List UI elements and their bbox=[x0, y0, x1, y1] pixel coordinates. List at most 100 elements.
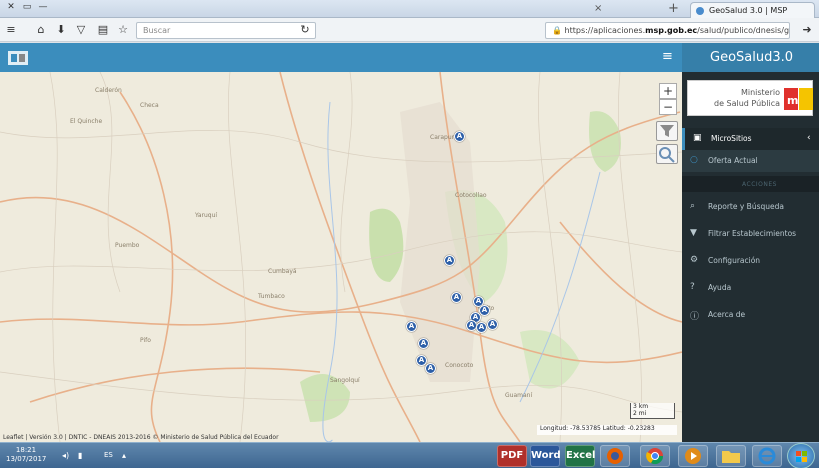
ministry-logo: m Ministerio de Salud Pública bbox=[687, 80, 813, 116]
place-label: Conocoto bbox=[445, 362, 474, 369]
green-area bbox=[589, 111, 621, 172]
menu-icon[interactable]: ≡ bbox=[4, 23, 18, 37]
help-icon: ? bbox=[690, 282, 695, 292]
search-placeholder: Buscar bbox=[143, 26, 171, 35]
health-facility-marker[interactable]: A bbox=[418, 338, 429, 349]
maximize-window-icon[interactable]: ▭ bbox=[20, 2, 34, 14]
place-label: Yaruquí bbox=[195, 212, 218, 219]
place-label: Calderón bbox=[95, 87, 122, 94]
health-facility-marker[interactable]: A bbox=[476, 322, 487, 333]
sidebar-item-about[interactable]: ⓘ Acerca de bbox=[682, 304, 819, 326]
ie-icon bbox=[758, 447, 776, 465]
logo-text-line-2: de Salud Pública bbox=[713, 99, 780, 108]
firefox-icon bbox=[607, 448, 623, 464]
sidebar-item-label: Oferta Actual bbox=[708, 156, 758, 165]
health-facility-marker[interactable]: A bbox=[444, 255, 455, 266]
chrome-icon bbox=[646, 448, 664, 465]
windows-logo-icon bbox=[796, 451, 807, 462]
taskbar-word-app[interactable]: Word bbox=[530, 445, 561, 467]
health-facility-marker[interactable]: A bbox=[451, 292, 462, 303]
url-domain: msp.gob.ec bbox=[645, 26, 698, 35]
new-tab-icon[interactable]: + bbox=[668, 1, 679, 16]
sidebar-toggle-icon[interactable]: ≡ bbox=[662, 49, 673, 64]
svg-text:m: m bbox=[787, 94, 798, 107]
sidebar-section-header: ACCIONES bbox=[682, 176, 819, 192]
taskbar-excel-app[interactable]: Excel bbox=[565, 445, 595, 467]
sidebar-item-label: Reporte y Búsqueda bbox=[708, 202, 784, 211]
start-button[interactable] bbox=[787, 443, 815, 468]
zoom-out-button[interactable]: − bbox=[659, 99, 677, 115]
scale-mi: 2 mi bbox=[633, 410, 647, 417]
url-bar[interactable]: 🔒 https://aplicaciones.msp.gob.ec/salud/… bbox=[545, 22, 790, 39]
sidebar-item-label: Configuración bbox=[708, 256, 761, 265]
home-icon[interactable]: ⌂ bbox=[34, 23, 48, 37]
health-facility-marker[interactable]: A bbox=[425, 363, 436, 374]
download-icon[interactable]: ⬇ bbox=[54, 23, 68, 37]
reload-icon[interactable]: ↻ bbox=[298, 23, 312, 37]
sidebar-item-label: Acerca de bbox=[708, 310, 746, 319]
tab-close-icon[interactable]: × bbox=[594, 3, 602, 14]
taskbar-firefox-app[interactable] bbox=[600, 445, 630, 467]
health-facility-marker[interactable]: A bbox=[454, 131, 465, 142]
tray-expand-icon[interactable]: ▴ bbox=[122, 451, 126, 460]
browser-tab[interactable]: GeoSalud 3.0 | MSP bbox=[690, 2, 815, 18]
zoom-search-button[interactable] bbox=[656, 144, 678, 164]
volume-icon[interactable]: ◂) bbox=[62, 451, 69, 460]
minimize-window-icon[interactable]: — bbox=[36, 2, 50, 14]
place-label: Sangolquí bbox=[330, 377, 360, 384]
chevron-left-icon: ‹ bbox=[807, 133, 811, 143]
zoom-in-button[interactable]: + bbox=[659, 83, 677, 99]
tab-title: GeoSalud 3.0 | MSP bbox=[709, 6, 788, 15]
sidebar-item-label: MicroSitios bbox=[711, 134, 752, 143]
msp-logo-icon: m bbox=[784, 88, 813, 110]
sidebar-item-report-search[interactable]: ⌕ Reporte y Búsqueda bbox=[682, 196, 819, 218]
sidebar-item-filter[interactable]: ▼ Filtrar Establecimientos bbox=[682, 223, 819, 245]
info-icon: ⓘ bbox=[690, 312, 700, 322]
place-label: Pifo bbox=[140, 337, 151, 344]
sidebar-item-microsites[interactable]: ▣ MicroSitios ‹ bbox=[682, 128, 819, 150]
logo-text-line-1: Ministerio bbox=[740, 88, 780, 97]
language-indicator[interactable]: ES bbox=[104, 451, 113, 459]
place-label: Puembo bbox=[115, 242, 140, 249]
close-window-icon[interactable]: ✕ bbox=[4, 2, 18, 14]
place-label: Cumbayá bbox=[268, 268, 297, 275]
taskbar-media-app[interactable] bbox=[678, 445, 708, 467]
sidebar-item-help[interactable]: ? Ayuda bbox=[682, 277, 819, 299]
bookmark-star-icon[interactable]: ☆ bbox=[116, 23, 130, 37]
app-header: ≡ bbox=[0, 43, 682, 72]
lock-icon: 🔒 bbox=[552, 26, 562, 35]
browser-nav-bar: ≡ ⌂ ⬇ ▽ ▤ ☆ Buscar ↻ 🔒 https://aplicacio… bbox=[0, 18, 819, 42]
health-facility-marker[interactable]: A bbox=[487, 319, 498, 330]
search-input[interactable]: Buscar bbox=[136, 22, 316, 39]
url-prefix: https://aplicaciones. bbox=[564, 26, 646, 35]
brand-title: GeoSalud3.0 bbox=[682, 43, 819, 72]
filter-tool-button[interactable] bbox=[656, 121, 678, 141]
urban-area bbox=[400, 102, 480, 382]
clock-time: 18:21 bbox=[15, 446, 37, 454]
sidebar: m Ministerio de Salud Pública ▣ MicroSit… bbox=[682, 72, 819, 442]
library-icon[interactable]: ▤ bbox=[96, 23, 110, 37]
taskbar-pdf-app[interactable]: PDF bbox=[497, 445, 527, 467]
sidebar-item-settings[interactable]: ⚙ Configuración bbox=[682, 250, 819, 272]
taskbar-ie-app[interactable] bbox=[752, 445, 782, 467]
health-facility-marker[interactable]: A bbox=[406, 321, 417, 332]
sidebar-item-label: Ayuda bbox=[708, 283, 732, 292]
sidebar-item-current-offer[interactable]: ○ Oferta Actual bbox=[682, 150, 819, 172]
media-player-icon bbox=[685, 448, 701, 464]
taskbar-chrome-app[interactable] bbox=[640, 445, 670, 467]
health-facility-marker[interactable]: A bbox=[479, 305, 490, 316]
green-area bbox=[369, 208, 404, 282]
map-view[interactable]: El Quinche Calderón Cumbayá Tumbaco Cono… bbox=[0, 72, 682, 442]
clock[interactable]: 18:21 13/07/2017 bbox=[6, 446, 46, 464]
map-base bbox=[0, 72, 682, 442]
os-taskbar: 18:21 13/07/2017 ◂) ▮ ES ▴ PDF Word Exce… bbox=[0, 442, 819, 468]
taskbar-explorer-app[interactable] bbox=[716, 445, 746, 467]
clock-date: 13/07/2017 bbox=[6, 455, 47, 463]
back-arrow-icon[interactable]: ➜ bbox=[800, 23, 814, 37]
browser-tab-strip: ✕ ▭ — + × GeoSalud 3.0 | MSP bbox=[0, 0, 819, 18]
network-icon[interactable]: ▮ bbox=[78, 451, 82, 460]
globe-icon bbox=[696, 7, 704, 15]
coordinate-readout: Longitud: -78.53785 Latitud: -0.23283 bbox=[537, 425, 677, 435]
place-label: El Quinche bbox=[70, 118, 103, 125]
pocket-icon[interactable]: ▽ bbox=[74, 23, 88, 37]
